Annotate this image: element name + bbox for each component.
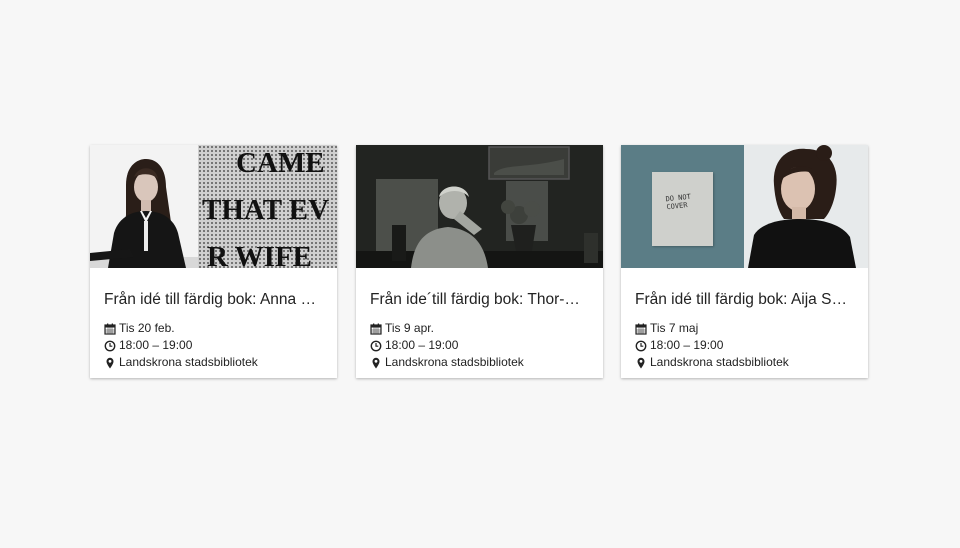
event-date-text: Tis 20 feb. <box>119 321 175 335</box>
map-marker-icon <box>106 357 114 368</box>
event-date-text: Tis 9 apr. <box>385 321 434 335</box>
event-time: 18:00 – 19:00 <box>104 337 323 354</box>
image-text-line: R WIFE <box>207 241 313 268</box>
author-photo <box>356 145 603 268</box>
calendar-icon <box>635 323 647 335</box>
event-card[interactable]: Från ide´till färdig bok: Thor-Bj… Tis 9… <box>356 145 603 378</box>
event-time: 18:00 – 19:00 <box>635 337 854 354</box>
map-marker-icon <box>637 357 645 368</box>
calendar-icon <box>104 323 116 335</box>
event-location: Landskrona stadsbibliotek <box>635 354 854 371</box>
event-image: DO NOT COVER <box>621 145 868 268</box>
event-time: 18:00 – 19:00 <box>370 337 589 354</box>
event-date-text: Tis 7 maj <box>650 321 699 335</box>
event-title[interactable]: Från ide´till färdig bok: Thor-Bj… <box>370 290 589 310</box>
event-location: Landskrona stadsbibliotek <box>104 354 323 371</box>
event-location-text: Landskrona stadsbibliotek <box>385 355 524 369</box>
event-card[interactable]: DO NOT COVER Från idé till färdig bok: A… <box>621 145 868 378</box>
event-card[interactable]: CAME THAT EV R WIFE Från idé till färdig… <box>90 145 337 378</box>
event-title[interactable]: Från idé till färdig bok: Anna N… <box>104 290 323 310</box>
book-cover-text-image: CAME THAT EV R WIFE <box>198 145 337 268</box>
event-location-text: Landskrona stadsbibliotek <box>119 355 258 369</box>
clock-icon <box>370 340 382 351</box>
book-title-line: COVER <box>666 201 688 212</box>
event-date: Tis 9 apr. <box>370 320 589 337</box>
event-location: Landskrona stadsbibliotek <box>370 354 589 371</box>
event-image <box>356 145 603 268</box>
portrait-photo <box>744 145 868 268</box>
book-cover: DO NOT COVER <box>652 172 713 246</box>
clock-icon <box>104 340 116 351</box>
image-text-line: CAME <box>236 147 325 179</box>
event-date: Tis 20 feb. <box>104 320 323 337</box>
map-marker-icon <box>372 357 380 368</box>
event-time-text: 18:00 – 19:00 <box>119 338 193 352</box>
event-card-list: CAME THAT EV R WIFE Från idé till färdig… <box>0 0 960 548</box>
image-text-line: THAT EV <box>202 194 330 226</box>
book-cover-image: DO NOT COVER <box>621 145 744 268</box>
event-date: Tis 7 maj <box>635 320 854 337</box>
event-location-text: Landskrona stadsbibliotek <box>650 355 789 369</box>
event-time-text: 18:00 – 19:00 <box>385 338 459 352</box>
event-title[interactable]: Från idé till färdig bok: Aija Sve… <box>635 290 854 310</box>
clock-icon <box>635 340 647 351</box>
event-time-text: 18:00 – 19:00 <box>650 338 724 352</box>
calendar-icon <box>370 323 382 335</box>
event-image: CAME THAT EV R WIFE <box>90 145 337 268</box>
portrait-photo <box>90 145 198 268</box>
